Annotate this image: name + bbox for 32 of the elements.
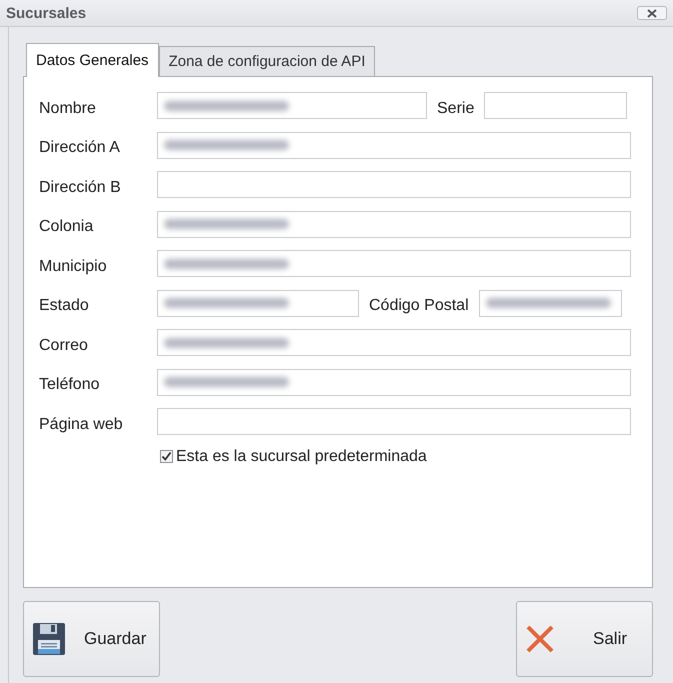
window-title: Sucursales (6, 4, 86, 22)
field-label: Dirección B (39, 178, 122, 196)
save-button[interactable]: Guardar (23, 601, 160, 677)
field-label: Nombre (39, 98, 97, 118)
close-icon (647, 8, 657, 18)
field-label: Código Postal (368, 296, 470, 315)
checkbox-label: Esta es la sucursal predeterminada (176, 448, 427, 466)
text-field[interactable] (478, 290, 622, 316)
text-field[interactable] (157, 210, 631, 238)
checkbox[interactable] (160, 450, 173, 463)
text-field[interactable] (484, 92, 628, 119)
text-field[interactable] (157, 408, 631, 435)
text-field[interactable] (157, 250, 631, 277)
field-label: Teléfono (39, 375, 100, 394)
text-field[interactable] (157, 132, 631, 158)
text-field[interactable] (157, 329, 631, 356)
field-label: Dirección A (39, 138, 121, 157)
field-label: Municipio (39, 256, 108, 276)
field-label: Colonia (39, 217, 94, 236)
exit-button[interactable]: Salir (516, 601, 653, 677)
field-label: Serie (436, 98, 476, 118)
text-field[interactable] (157, 92, 427, 119)
tab[interactable]: Zona de configuracion de API (158, 46, 376, 76)
text-field[interactable] (157, 171, 631, 198)
field-label: Estado (39, 296, 90, 315)
field-label: Correo (39, 336, 89, 354)
close-icon (525, 624, 555, 654)
text-field[interactable] (157, 290, 359, 316)
field-label: Página web (39, 414, 124, 434)
tab[interactable]: Datos Generales (26, 43, 159, 77)
text-field[interactable] (157, 368, 631, 396)
close-button[interactable] (637, 6, 667, 20)
